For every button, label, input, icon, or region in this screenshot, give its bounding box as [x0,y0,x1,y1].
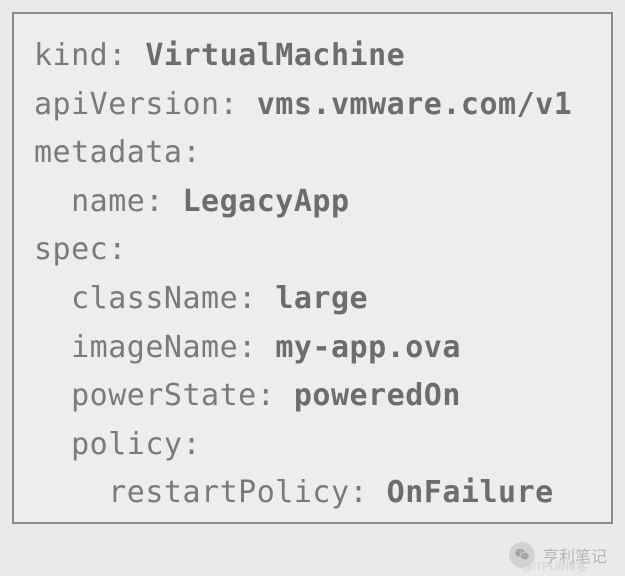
yaml-line-powerstate: powerState: poweredOn [34,372,591,421]
yaml-line-name: name: LegacyApp [34,178,591,227]
yaml-line-metadata: metadata: [34,129,591,178]
watermark-sub: @ITPUB博客 [521,558,587,574]
yaml-line-imagename: imageName: my-app.ova [34,324,591,373]
yaml-value: VirtualMachine [145,38,405,73]
watermark: 亨利笔记 @ITPUB博客 [509,542,607,568]
yaml-line-classname: className: large [34,275,591,324]
yaml-value: LegacyApp [183,184,350,219]
yaml-line-spec: spec: [34,226,591,275]
yaml-code-block: kind: VirtualMachine apiVersion: vms.vmw… [12,12,613,524]
yaml-value: vms.vmware.com/v1 [257,87,573,122]
yaml-value: large [275,281,368,316]
yaml-value: my-app.ova [275,330,461,365]
yaml-key: spec: [34,232,127,267]
yaml-key: metadata: [34,135,201,170]
yaml-key: kind: [34,38,145,73]
yaml-key: name: [34,184,183,219]
yaml-value: poweredOn [294,378,461,413]
yaml-line-policy: policy: [34,421,591,470]
yaml-line-kind: kind: VirtualMachine [34,32,591,81]
yaml-value: OnFailure [387,475,554,510]
yaml-line-restartpolicy: restartPolicy: OnFailure [34,469,591,518]
yaml-key: powerState: [34,378,294,413]
yaml-key: className: [34,281,275,316]
yaml-line-apiversion: apiVersion: vms.vmware.com/v1 [34,81,591,130]
yaml-key: policy: [34,427,201,462]
yaml-key: imageName: [34,330,275,365]
yaml-key: apiVersion: [34,87,257,122]
yaml-key: restartPolicy: [34,475,387,510]
